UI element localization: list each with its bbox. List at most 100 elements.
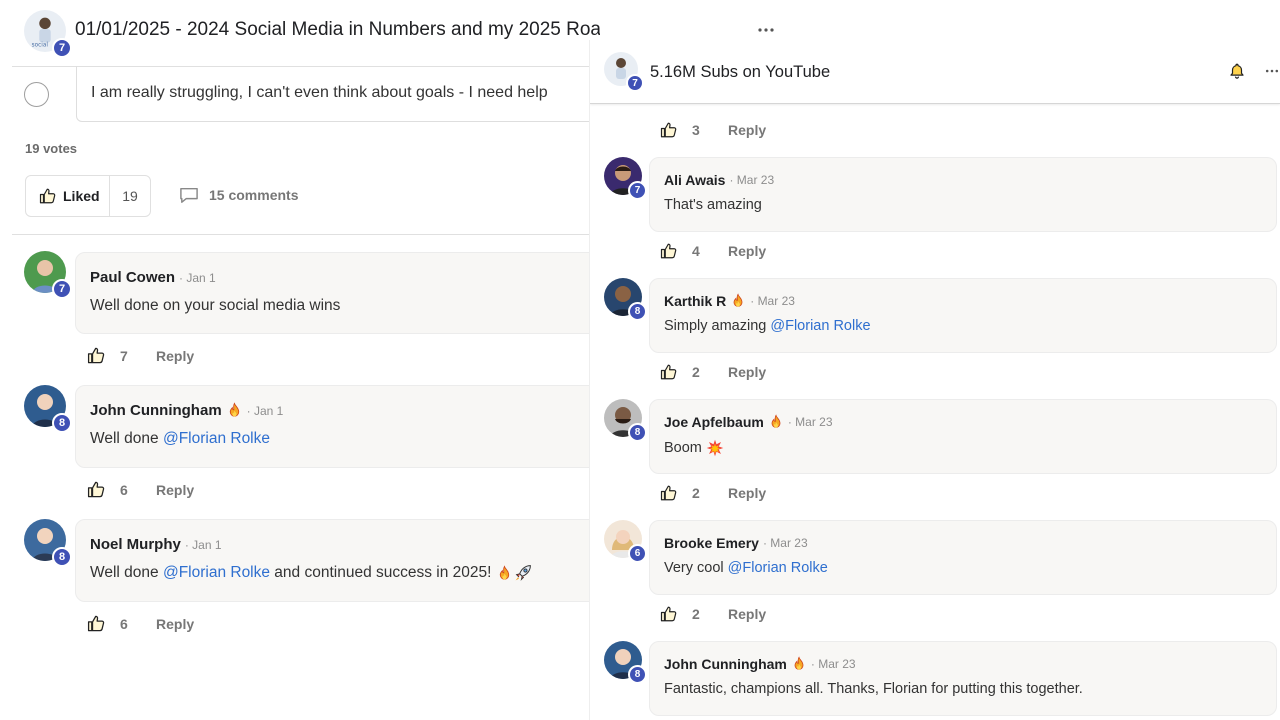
comment-date: · Jan 1 [179,270,216,285]
comments-link[interactable]: 15 comments [178,186,298,204]
poll-option[interactable]: I am really struggling, I can't even thi… [24,66,600,122]
comment-text: Boom [664,439,724,457]
comment-text: Well done on your social media wins [90,297,341,314]
comment-actions: 6 Reply [87,614,194,633]
comment-actions: 7 Reply [87,346,194,365]
more-icon[interactable] [1264,63,1280,84]
comment-bubble: Paul Cowen · Jan 1 Well done on your soci… [75,252,600,334]
comment-date: · Jan 1 [184,537,222,552]
comment-text: Fantastic, champions all. Thanks, Floria… [664,681,1083,697]
comment-author[interactable]: Ali Awais [664,172,725,188]
comment-bubble: Ali Awais · Mar 23 That's amazing [649,157,1277,232]
comment-text: Very cool @Florian Rolke [664,560,828,576]
bell-icon[interactable] [1228,62,1246,85]
mention-link[interactable]: @Florian Rolke [728,560,828,576]
comment-bubble: Brooke Emery · Mar 23 Very cool @Florian … [649,520,1277,595]
level-badge: 7 [52,38,72,58]
comment-author[interactable]: Paul Cowen [90,269,175,286]
comment-actions: 4 Reply [660,242,766,260]
comment-like-count: 2 [692,364,700,380]
fire-icon [226,402,243,419]
avatar[interactable]: 7 [24,251,72,299]
comment-author[interactable]: Karthik R [664,293,726,309]
comment-date: · Mar 23 [750,294,795,308]
level-badge: 8 [52,547,72,567]
comment-bubble: Karthik R · Mar 23 Simply amazing @Floria… [649,278,1277,353]
thumbs-up-icon[interactable] [660,121,678,139]
left-post-header: social 7 01/01/2025 - 2024 Social Media … [0,0,600,62]
rocket-icon [515,565,531,581]
mention-link[interactable]: @Florian Rolke [770,318,870,334]
thumbs-up-icon[interactable] [660,363,678,381]
comment-author[interactable]: Noel Murphy [90,536,181,553]
comment-author[interactable]: John Cunningham [90,402,222,419]
fire-icon [730,293,746,309]
comment-like-count: 3 [692,122,700,138]
post-author-avatar[interactable]: 7 [604,52,644,92]
comment-like-count: 6 [120,481,128,498]
comments-count: 15 comments [209,187,299,203]
right-post-header: 7 5.16M Subs on YouTube [590,40,1280,104]
comment-bubble: Noel Murphy · Jan 1 Well done @Florian Ro… [75,519,600,602]
comment-date: · Mar 23 [762,536,808,550]
poll-radio[interactable] [24,82,49,107]
thumbs-up-icon[interactable] [660,484,678,502]
thumbs-up-icon[interactable] [87,614,106,633]
reply-button[interactable]: Reply [156,616,194,632]
thumbs-up-icon[interactable] [660,242,678,260]
comment-actions: 2 Reply [660,484,766,502]
comment-like-count: 7 [120,347,128,364]
level-badge: 7 [52,279,72,299]
avatar[interactable]: 8 [604,399,647,442]
level-badge: 8 [628,423,647,442]
section-divider [12,234,600,235]
avatar[interactable]: 8 [604,641,647,684]
reply-button[interactable]: Reply [728,606,766,622]
post-author-avatar[interactable]: social 7 [24,10,72,58]
thumbs-up-icon[interactable] [87,480,106,499]
comment-actions: 3 Reply [660,121,766,139]
like-count: 19 [122,188,138,204]
mention-link[interactable]: @Florian Rolke [163,564,270,581]
page-title: 5.16M Subs on YouTube [650,63,831,81]
fire-icon [768,414,784,430]
svg-text:social: social [32,42,49,48]
reply-button[interactable]: Reply [728,122,766,138]
reply-button[interactable]: Reply [728,243,766,259]
thumbs-up-icon[interactable] [660,605,678,623]
comment-date: · Mar 23 [787,415,833,429]
comment-author[interactable]: John Cunningham [664,656,787,672]
reply-button[interactable]: Reply [728,485,766,501]
more-icon[interactable] [756,20,776,45]
right-post-panel: 7 5.16M Subs on YouTube 3 Reply 7 Ali Aw… [590,40,1280,720]
comment-bubble: John Cunningham · Mar 23 Fantastic, champ… [649,641,1277,716]
reply-button[interactable]: Reply [728,364,766,380]
level-badge: 8 [628,302,647,321]
like-button[interactable]: Liked 19 [25,175,151,217]
avatar[interactable]: 8 [24,519,72,567]
comment-text: Well done @Florian Rolke [90,430,270,447]
comment-like-count: 6 [120,615,128,632]
comment-bubble: Joe Apfelbaum · Mar 23 Boom [649,399,1277,474]
avatar[interactable]: 8 [24,385,72,433]
mention-link[interactable]: @Florian Rolke [163,430,270,447]
avatar[interactable]: 6 [604,520,647,563]
poll-option-box[interactable]: I am really struggling, I can't even thi… [76,66,600,122]
reply-button[interactable]: Reply [156,482,194,498]
avatar[interactable]: 8 [604,278,647,321]
comment-actions: 2 Reply [660,363,766,381]
comment-author[interactable]: Joe Apfelbaum [664,414,764,430]
avatar[interactable]: 7 [604,157,647,200]
comment-bubble: John Cunningham · Jan 1 Well done @Floria… [75,385,600,468]
level-badge: 6 [628,544,647,563]
thumbs-up-icon[interactable] [87,346,106,365]
comment-like-count: 2 [692,485,700,501]
comment-date: · Mar 23 [810,657,856,671]
thumbs-up-icon [39,187,57,205]
reply-button[interactable]: Reply [156,348,194,364]
comment-author[interactable]: Brooke Emery [664,535,759,551]
comment-icon [180,187,198,203]
votes-count: 19 votes [25,141,78,156]
level-badge: 7 [628,181,647,200]
comment-like-count: 2 [692,606,700,622]
